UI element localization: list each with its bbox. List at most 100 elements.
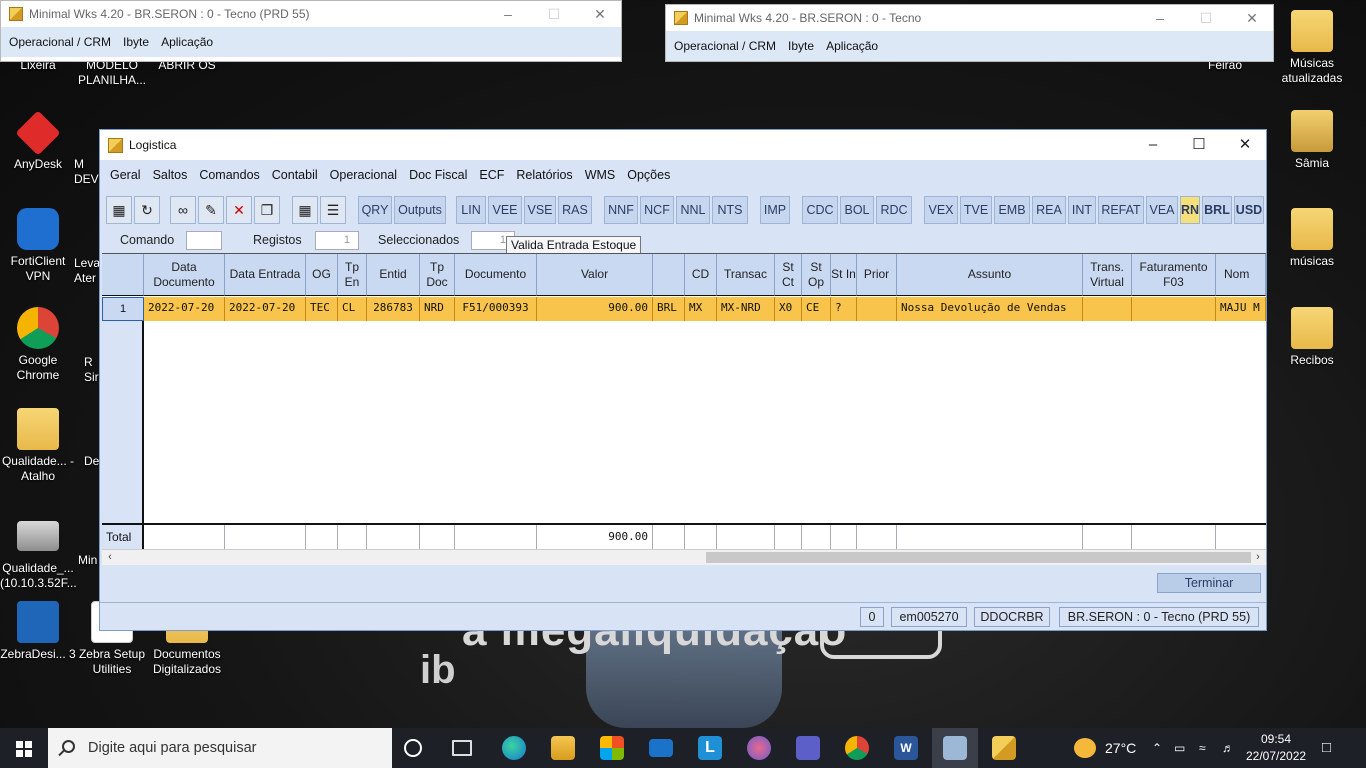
- menu-wms[interactable]: WMS: [585, 168, 616, 182]
- copy-record-icon[interactable]: ❐: [254, 196, 280, 224]
- usd-button[interactable]: USD: [1234, 196, 1264, 224]
- cell-nome[interactable]: MAJU M: [1216, 297, 1266, 321]
- scroll-right-icon[interactable]: ›: [1250, 550, 1266, 566]
- desktop-icon-recibos[interactable]: Recibos: [1274, 307, 1350, 368]
- menu-opcoes[interactable]: Opções: [627, 168, 670, 182]
- menu-relatorios[interactable]: Relatórios: [516, 168, 572, 182]
- nnf-button[interactable]: NNF: [604, 196, 638, 224]
- nnl-button[interactable]: NNL: [676, 196, 710, 224]
- cell-data-documento[interactable]: 2022-07-20: [144, 297, 225, 321]
- column-header[interactable]: Valor: [537, 254, 653, 296]
- weather-icon[interactable]: [1074, 738, 1096, 758]
- window-titlebar[interactable]: Logistica – ☐ ✕: [100, 130, 1266, 160]
- wifi-icon[interactable]: ≈: [1199, 728, 1206, 768]
- column-header[interactable]: Nom: [1216, 254, 1266, 296]
- desktop-icon-forticlient[interactable]: FortiClient VPN: [0, 208, 76, 284]
- emb-button[interactable]: EMB: [994, 196, 1030, 224]
- outputs-button[interactable]: Outputs: [394, 196, 446, 224]
- row-number[interactable]: 1: [102, 297, 144, 321]
- column-header[interactable]: Faturamento F03: [1132, 254, 1216, 296]
- view-glasses-icon[interactable]: ∞: [170, 196, 196, 224]
- column-header[interactable]: Prior: [857, 254, 897, 296]
- qry-button[interactable]: QRY: [358, 196, 392, 224]
- close-button[interactable]: ✕: [577, 1, 623, 27]
- nts-button[interactable]: NTS: [712, 196, 748, 224]
- cell-tp-en[interactable]: CL: [338, 297, 367, 321]
- scrollbar-thumb[interactable]: [706, 552, 1251, 563]
- desktop-icon-qualidade[interactable]: Qualidade... - Atalho: [0, 408, 76, 484]
- new-record-icon[interactable]: ▦: [106, 196, 132, 224]
- weather-temp[interactable]: 27°C: [1105, 728, 1136, 768]
- desktop-icon-samia[interactable]: Sâmia: [1274, 110, 1350, 171]
- horizontal-scrollbar[interactable]: ‹ ›: [102, 549, 1266, 565]
- delete-icon[interactable]: ✕: [226, 196, 252, 224]
- desktop-icon-leva[interactable]: Leva Ater: [74, 256, 100, 286]
- close-button[interactable]: ✕: [1222, 130, 1268, 160]
- refat-button[interactable]: REFAT: [1098, 196, 1144, 224]
- menu-comandos[interactable]: Comandos: [199, 168, 259, 182]
- desktop-icon-zebra[interactable]: ZebraDesi... 3: [0, 601, 76, 662]
- remote-desktop-icon[interactable]: [943, 736, 967, 760]
- store-icon[interactable]: [600, 736, 624, 760]
- mail-icon[interactable]: [649, 739, 673, 757]
- cell-documento[interactable]: F51/000393: [455, 297, 537, 321]
- brl-button[interactable]: BRL: [1202, 196, 1232, 224]
- paint-icon[interactable]: [747, 736, 771, 760]
- battery-icon[interactable]: ▭: [1174, 728, 1185, 768]
- cell-trans-virtual[interactable]: [1083, 297, 1132, 321]
- ncf-button[interactable]: NCF: [640, 196, 674, 224]
- edge-icon[interactable]: [502, 736, 526, 760]
- menu-item[interactable]: Aplicação: [161, 35, 213, 49]
- cell-faturamento-f03[interactable]: [1132, 297, 1216, 321]
- vea-button[interactable]: VEA: [1146, 196, 1178, 224]
- vex-button[interactable]: VEX: [924, 196, 958, 224]
- clock[interactable]: 09:54 22/07/2022: [1246, 731, 1306, 765]
- int-button[interactable]: INT: [1068, 196, 1096, 224]
- column-header[interactable]: OG: [306, 254, 338, 296]
- desktop-icon-musicas-atualizadas[interactable]: Músicas atualizadas: [1274, 10, 1350, 86]
- desktop-icon-rsir[interactable]: R Sir: [84, 355, 100, 385]
- menu-geral[interactable]: Geral: [110, 168, 141, 182]
- volume-icon[interactable]: ♬: [1222, 728, 1234, 768]
- cell-tp-doc[interactable]: NRD: [420, 297, 455, 321]
- taskbar-search[interactable]: Digite aqui para pesquisar: [48, 728, 392, 768]
- minimize-button[interactable]: –: [1137, 5, 1183, 31]
- desktop-icon-modelo[interactable]: MODELO PLANILHA...: [74, 58, 150, 88]
- desktop-icon-anydesk[interactable]: AnyDesk: [0, 110, 76, 172]
- teams-icon[interactable]: [796, 736, 820, 760]
- cell-og[interactable]: TEC: [306, 297, 338, 321]
- rea-button[interactable]: REA: [1032, 196, 1066, 224]
- column-header[interactable]: Entid: [367, 254, 420, 296]
- l-app-icon[interactable]: L: [698, 736, 722, 760]
- cell-st-op[interactable]: CE: [802, 297, 831, 321]
- column-header[interactable]: [653, 254, 685, 296]
- menu-item[interactable]: Ibyte: [123, 35, 149, 49]
- column-header[interactable]: Trans. Virtual: [1083, 254, 1132, 296]
- menu-ecf[interactable]: ECF: [479, 168, 504, 182]
- cell-prior[interactable]: [857, 297, 897, 321]
- cell-transac[interactable]: MX-NRD: [717, 297, 775, 321]
- chrome-icon[interactable]: [845, 736, 869, 760]
- minimize-button[interactable]: –: [485, 1, 531, 27]
- column-header[interactable]: Documento: [455, 254, 537, 296]
- minimal-wks-icon[interactable]: [992, 736, 1016, 760]
- desktop-icon-musicas[interactable]: músicas: [1274, 208, 1350, 269]
- word-icon[interactable]: W: [894, 736, 918, 760]
- comando-input[interactable]: [186, 231, 222, 250]
- maximize-button[interactable]: ☐: [1176, 130, 1222, 160]
- cell-st-in[interactable]: ?: [831, 297, 857, 321]
- start-button[interactable]: [0, 728, 48, 768]
- menu-operacional[interactable]: Operacional: [330, 168, 397, 182]
- cell-data-entrada[interactable]: 2022-07-20: [225, 297, 306, 321]
- logistica-window[interactable]: Logistica – ☐ ✕ Geral Saltos Comandos Co…: [99, 129, 1267, 631]
- minimize-button[interactable]: –: [1130, 130, 1176, 160]
- column-header[interactable]: Transac: [717, 254, 775, 296]
- column-header[interactable]: Tp Doc: [420, 254, 455, 296]
- file-explorer-icon[interactable]: [551, 736, 575, 760]
- tray-chevron-icon[interactable]: ⌃: [1152, 728, 1162, 768]
- cell-assunto[interactable]: Nossa Devolução de Vendas: [897, 297, 1083, 321]
- cortana-icon[interactable]: [404, 739, 422, 757]
- tve-button[interactable]: TVE: [960, 196, 992, 224]
- desktop-icon-chrome[interactable]: Google Chrome: [0, 307, 76, 383]
- lin-button[interactable]: LIN: [456, 196, 486, 224]
